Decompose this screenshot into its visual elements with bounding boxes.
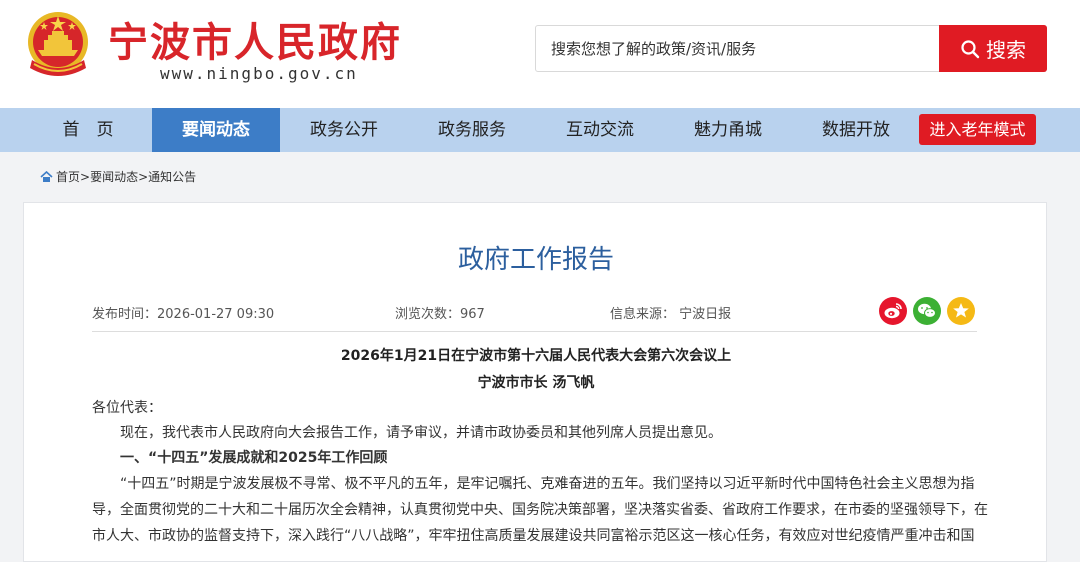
- nav-item-city-charm[interactable]: 魅力甬城: [664, 108, 792, 152]
- paragraph-line: “十四五”时期是宁波发展极不寻常、极不平凡的五年，是牢记嘱托、克难奋进的五年。我…: [120, 476, 975, 492]
- nav-item-news[interactable]: 要闻动态: [152, 108, 280, 152]
- report-occasion: 2026年1月21日在宁波市第十六届人民代表大会第六次会议上: [340, 348, 732, 364]
- paragraph-line: 市人大、市政协的监督支持下，深入践行“八八战略”，牢牢扭住高质量发展建设共同富裕…: [92, 528, 975, 544]
- national-emblem-icon: [28, 12, 88, 76]
- info-source: 信息来源： 宁波日报: [610, 307, 732, 322]
- breadcrumb-separator: >: [80, 169, 91, 184]
- breadcrumb-home[interactable]: 首页: [56, 168, 80, 185]
- article-title: 政府工作报告: [457, 245, 614, 275]
- favorite-icon: [953, 303, 969, 318]
- nav-item-government-affairs[interactable]: 政务公开: [280, 108, 408, 152]
- view-count: 浏览次数：967: [395, 307, 485, 322]
- site-name[interactable]: 宁波市人民政府: [108, 10, 402, 68]
- nav-item-services[interactable]: 政务服务: [408, 108, 536, 152]
- site-header: 宁波市人民政府 www.ningbo.gov.cn 搜索: [0, 0, 1080, 108]
- search-input[interactable]: [536, 26, 936, 71]
- elder-mode-button[interactable]: 进入老年模式: [919, 114, 1036, 145]
- weibo-share-button[interactable]: [879, 297, 907, 325]
- report-author: 宁波市市长 汤飞帆: [477, 375, 595, 391]
- search-button[interactable]: 搜索: [939, 25, 1047, 72]
- main-nav: 首 页 要闻动态 政务公开 政务服务 互动交流 魅力甬城 数据开放 进入老年模式: [0, 108, 1080, 152]
- breadcrumb: 首页 > 要闻动态 > 通知公告: [40, 168, 196, 185]
- nav-item-home[interactable]: 首 页: [24, 108, 152, 152]
- paragraph-line: 导，全面贯彻党的二十大和二十届历次全会精神，认真贯彻党中央、国务院决策部署，坚决…: [92, 502, 988, 518]
- wechat-icon: [918, 303, 936, 318]
- search-button-label: 搜索: [986, 38, 1026, 62]
- nav-item-open-data[interactable]: 数据开放: [792, 108, 920, 152]
- salutation: 各位代表：: [92, 400, 162, 416]
- breadcrumb-current[interactable]: 通知公告: [148, 168, 196, 185]
- weibo-icon: [884, 303, 902, 319]
- home-icon: [40, 170, 53, 182]
- article-panel: 政府工作报告 发布时间：2026-01-27 09:30 浏览次数：967 信息…: [23, 202, 1047, 562]
- favorite-button[interactable]: [947, 297, 975, 325]
- meta-divider: [92, 331, 977, 332]
- nav-item-interaction[interactable]: 互动交流: [536, 108, 664, 152]
- paragraph: 现在，我代表市人民政府向大会报告工作，请予审议，并请市政协委员和其他列席人员提出…: [120, 425, 722, 441]
- breadcrumb-separator: >: [138, 169, 149, 184]
- section-heading: 一、“十四五”发展成就和2025年工作回顾: [120, 450, 388, 466]
- publish-time: 发布时间：2026-01-27 09:30: [92, 307, 275, 322]
- site-url: www.ningbo.gov.cn: [160, 64, 358, 83]
- breadcrumb-section[interactable]: 要闻动态: [90, 168, 138, 185]
- search-icon: [961, 39, 980, 58]
- search-box: 搜索: [535, 25, 1047, 72]
- wechat-share-button[interactable]: [913, 297, 941, 325]
